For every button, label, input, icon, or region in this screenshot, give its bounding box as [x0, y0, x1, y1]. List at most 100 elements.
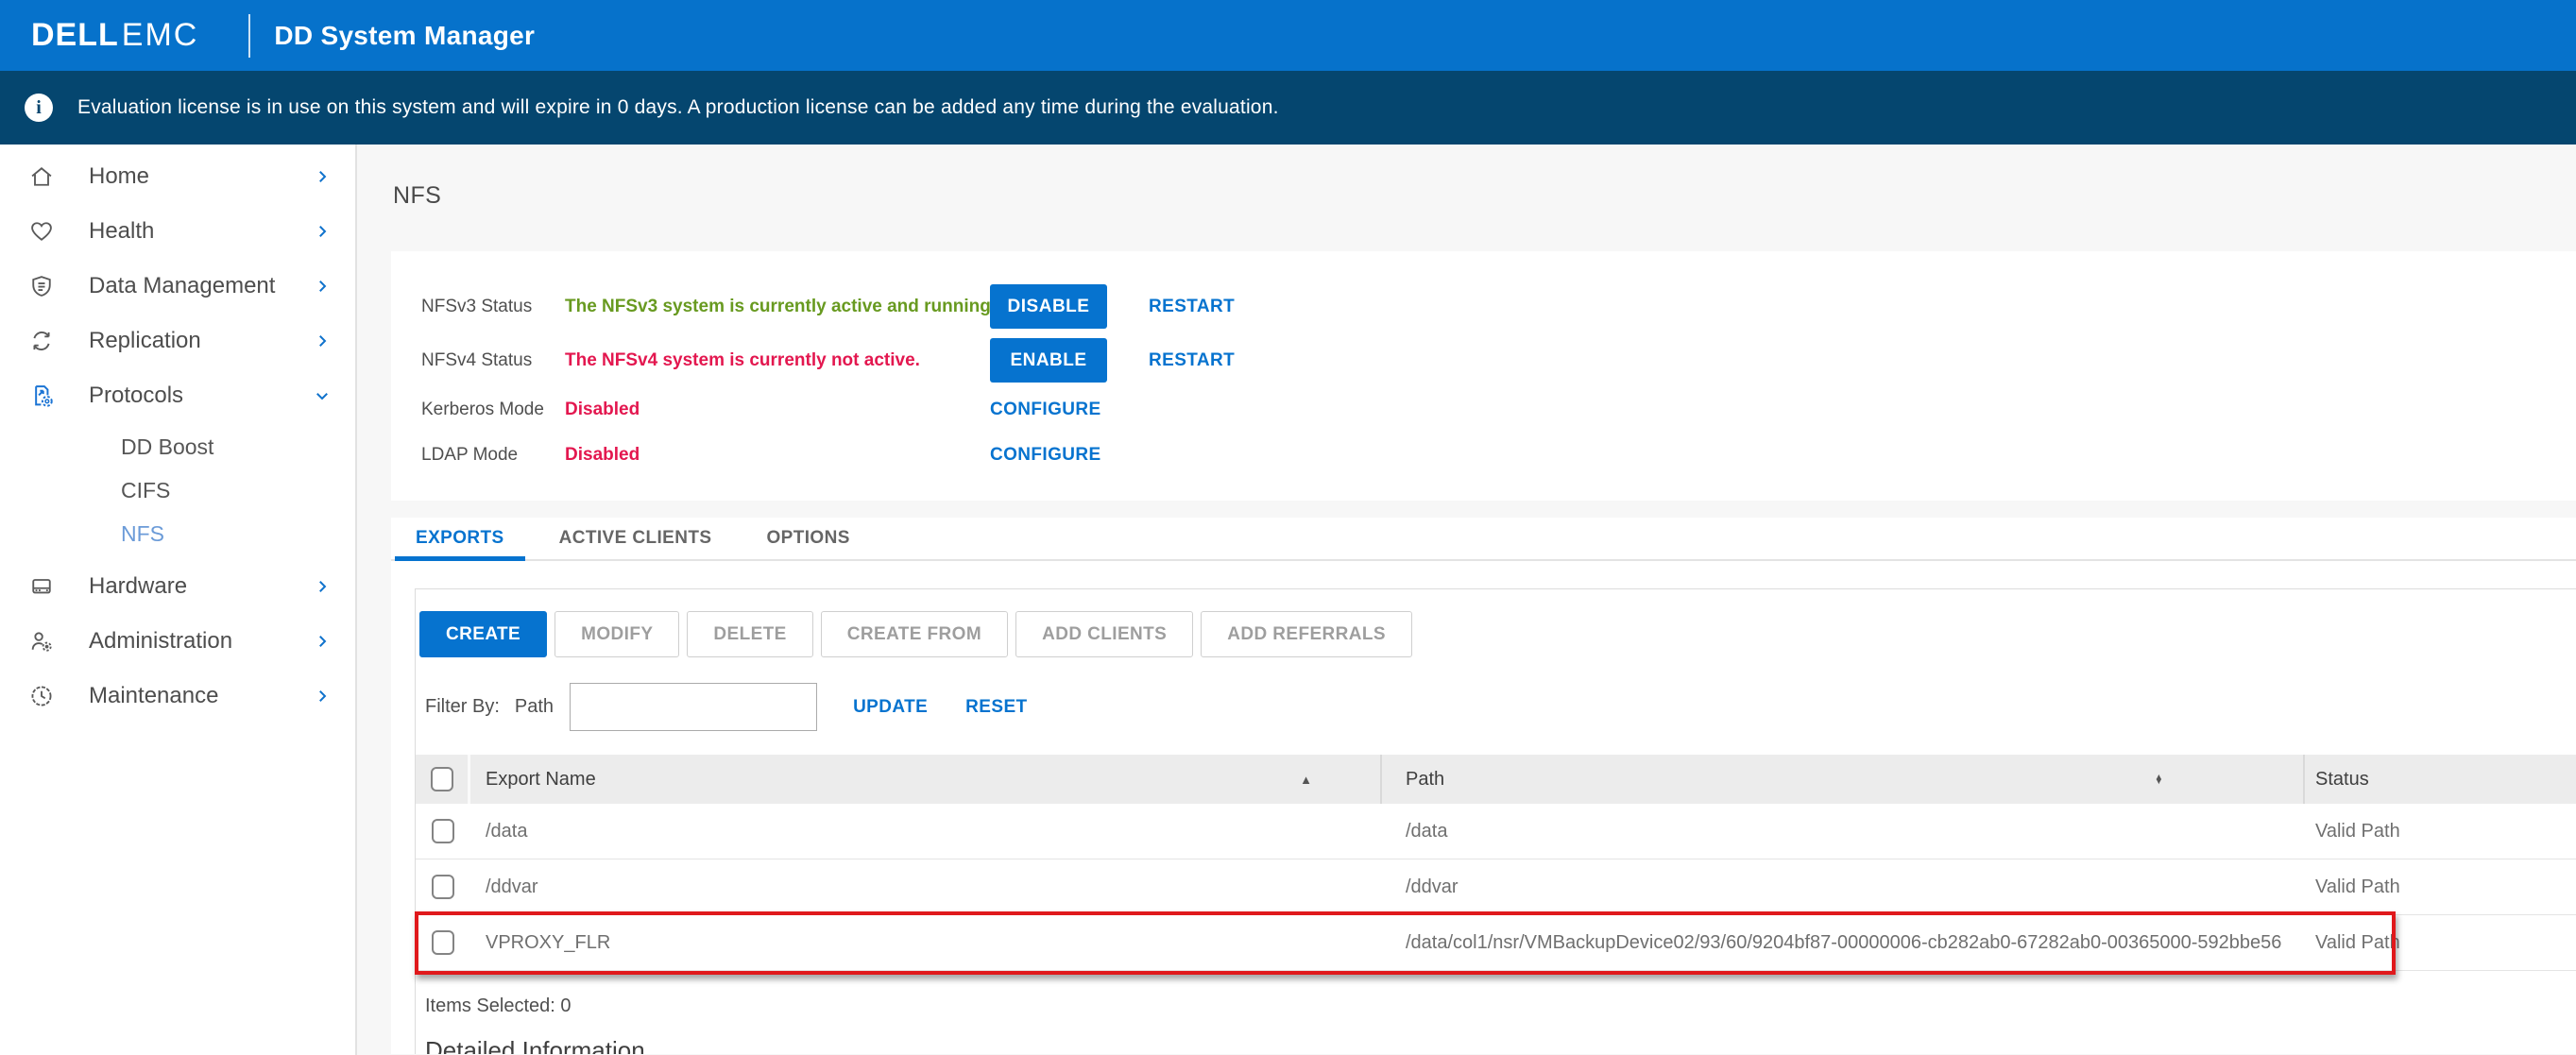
dd-system-manager-app: DELL EMC DD System Manager i Evaluation … [0, 0, 2576, 1055]
filter-path-input[interactable] [570, 683, 817, 731]
exports-panel: CREATE MODIFY DELETE CREATE FROM ADD CLI… [415, 588, 2576, 1054]
enable-button[interactable]: ENABLE [990, 338, 1107, 383]
sync-arrows-icon [28, 328, 55, 354]
export-name-cell: /ddvar [470, 876, 1382, 898]
top-header-bar: DELL EMC DD System Manager [0, 0, 2576, 71]
sort-diamond-icon[interactable]: ♦ [2157, 770, 2162, 789]
license-banner: i Evaluation license is in use on this s… [0, 71, 2576, 145]
chevron-right-icon [314, 278, 331, 295]
chevron-down-icon [314, 387, 331, 404]
sidebar-item-label: Data Management [89, 273, 314, 299]
exports-toolbar: CREATE MODIFY DELETE CREATE FROM ADD CLI… [416, 611, 2576, 657]
sidebar-subitem-dd-boost[interactable]: DD Boost [0, 425, 355, 468]
export-name-cell: /data [470, 821, 1382, 842]
row-checkbox[interactable] [432, 819, 454, 843]
nfsv4-restart-link[interactable]: RESTART [1149, 350, 1235, 371]
status-cell: Valid Path [2305, 932, 2576, 954]
filter-by-label: Filter By: [425, 696, 500, 718]
sidebar-item-label: Protocols [89, 383, 314, 409]
sidebar-item-label: Health [89, 218, 314, 245]
add-clients-button[interactable]: ADD CLIENTS [1015, 611, 1193, 657]
column-header-export-name[interactable]: Export Name ▲ [470, 755, 1382, 804]
sort-ascending-icon[interactable]: ▲ [1300, 773, 1312, 787]
table-row-vproxy-flr[interactable]: VPROXY_FLR /data/col1/nsr/VMBackupDevice… [416, 915, 2576, 971]
heart-icon [28, 218, 55, 245]
column-header-status[interactable]: Status [2305, 755, 2576, 804]
nfs-tabs-panel: EXPORTS ACTIVE CLIENTS OPTIONS CREATE MO… [391, 518, 2576, 1054]
ldap-configure-link[interactable]: CONFIGURE [990, 445, 1101, 466]
path-cell: /data [1382, 821, 2305, 842]
update-link[interactable]: UPDATE [853, 697, 928, 718]
info-icon: i [25, 94, 53, 122]
sidebar-item-home[interactable]: Home [0, 149, 355, 204]
sidebar-item-protocols[interactable]: Protocols [0, 368, 355, 423]
chevron-right-icon [314, 223, 331, 240]
chevron-right-icon [314, 688, 331, 705]
tab-active-clients[interactable]: ACTIVE CLIENTS [538, 518, 733, 559]
table-header-row: Export Name ▲ Path ♦ [416, 755, 2576, 804]
tab-options[interactable]: OPTIONS [745, 518, 870, 559]
tab-exports[interactable]: EXPORTS [395, 518, 525, 559]
column-label: Status [2315, 769, 2369, 791]
clock-icon [28, 683, 55, 709]
nfsv4-status-row: NFSv4 Status The NFSv4 system is current… [421, 333, 2576, 387]
row-checkbox[interactable] [432, 930, 454, 955]
shield-icon [28, 273, 55, 299]
sidebar-subitem-label: CIFS [121, 478, 170, 503]
app-title: DD System Manager [274, 21, 535, 51]
sidebar-item-label: Home [89, 163, 314, 190]
protocols-submenu: DD Boost CIFS NFS [0, 423, 355, 559]
exports-table: Export Name ▲ Path ♦ [416, 755, 2576, 971]
sidebar-item-label: Administration [89, 628, 314, 655]
column-header-path[interactable]: Path ♦ [1382, 755, 2305, 804]
table-row-data[interactable]: /data /data Valid Path [416, 804, 2576, 859]
nfsv3-status-row: NFSv3 Status The NFSv3 system is current… [421, 280, 2576, 333]
add-referrals-button[interactable]: ADD REFERRALS [1201, 611, 1412, 657]
sidebar-item-administration[interactable]: Administration [0, 614, 355, 669]
chevron-right-icon [314, 633, 331, 650]
path-cell: /ddvar [1382, 876, 2305, 898]
table-row-ddvar[interactable]: /ddvar /ddvar Valid Path [416, 859, 2576, 915]
hard-drive-icon [28, 573, 55, 600]
nfsv4-status-value: The NFSv4 system is currently not active… [565, 350, 990, 371]
sidebar-subitem-cifs[interactable]: CIFS [0, 468, 355, 512]
chevron-right-icon [314, 168, 331, 185]
kerberos-mode-label: Kerberos Mode [421, 400, 565, 420]
ldap-mode-label: LDAP Mode [421, 445, 565, 466]
nfsv4-status-label: NFSv4 Status [421, 350, 565, 371]
column-label: Export Name [486, 769, 596, 791]
chevron-right-icon [314, 578, 331, 595]
sidebar-item-data-management[interactable]: Data Management [0, 259, 355, 314]
sidebar-item-hardware[interactable]: Hardware [0, 559, 355, 614]
column-label: Path [1406, 769, 1444, 791]
kerberos-configure-link[interactable]: CONFIGURE [990, 400, 1101, 420]
tab-bar: EXPORTS ACTIVE CLIENTS OPTIONS [391, 518, 2576, 561]
delete-button[interactable]: DELETE [687, 611, 812, 657]
filter-row: Filter By: Path UPDATE RESET [425, 683, 2576, 731]
sidebar-subitem-nfs[interactable]: NFS [0, 512, 355, 555]
create-button[interactable]: CREATE [419, 611, 547, 657]
user-gear-icon [28, 628, 55, 655]
row-checkbox[interactable] [432, 875, 454, 899]
page-title: NFS [393, 182, 2576, 210]
table-header-checkbox-cell [416, 755, 470, 804]
create-from-button[interactable]: CREATE FROM [821, 611, 1008, 657]
disable-button[interactable]: DISABLE [990, 284, 1107, 329]
sidebar-subitem-label: DD Boost [121, 434, 213, 460]
home-icon [28, 163, 55, 190]
select-all-checkbox[interactable] [431, 767, 453, 791]
modify-button[interactable]: MODIFY [554, 611, 679, 657]
sidebar-item-replication[interactable]: Replication [0, 314, 355, 368]
nfsv3-restart-link[interactable]: RESTART [1149, 297, 1235, 317]
main-content: NFS NFSv3 Status The NFSv3 system is cur… [357, 145, 2576, 1055]
ldap-mode-value: Disabled [565, 445, 990, 466]
filter-field-label: Path [515, 696, 554, 718]
sidebar-item-maintenance[interactable]: Maintenance [0, 669, 355, 723]
export-name-cell: VPROXY_FLR [470, 932, 1382, 954]
sidebar-nav: Home Health Data Management [0, 145, 357, 1055]
protocols-document-gear-icon [28, 383, 55, 409]
kerberos-mode-value: Disabled [565, 400, 990, 420]
sidebar-item-health[interactable]: Health [0, 204, 355, 259]
path-cell: /data/col1/nsr/VMBackupDevice02/93/60/92… [1382, 932, 2305, 954]
reset-link[interactable]: RESET [965, 697, 1027, 718]
